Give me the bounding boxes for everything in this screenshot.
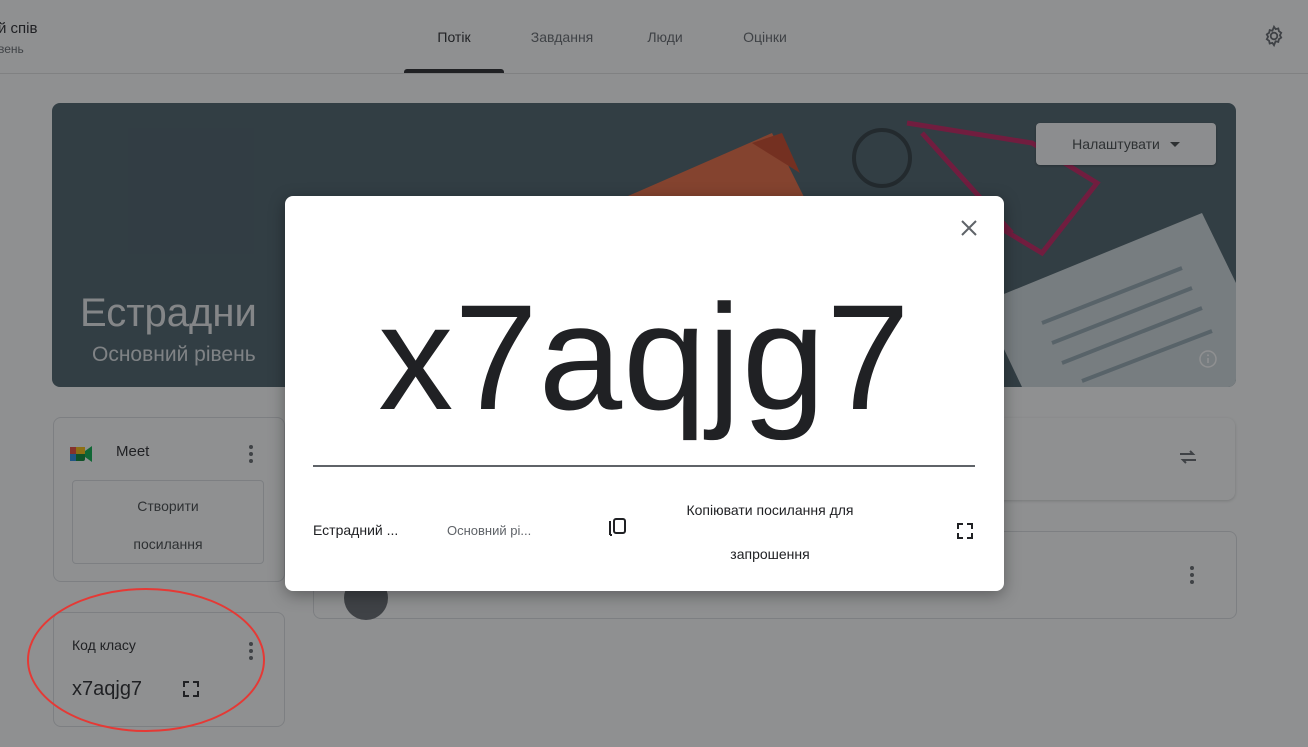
dialog-class-code: x7aqjg7 — [378, 273, 911, 441]
copy-icon[interactable] — [606, 518, 628, 540]
class-code-dialog: x7aqjg7 Естрадний ... Основний рі... Коп… — [285, 196, 1004, 591]
dialog-divider — [313, 465, 975, 467]
close-icon[interactable] — [957, 216, 981, 240]
dialog-class-subtitle: Основний рі... — [447, 523, 532, 538]
copy-invite-link-button[interactable]: Копіювати посилання для запрошення — [658, 488, 882, 576]
fullscreen-icon[interactable] — [956, 522, 974, 540]
dialog-class-name: Естрадний ... — [313, 522, 399, 538]
